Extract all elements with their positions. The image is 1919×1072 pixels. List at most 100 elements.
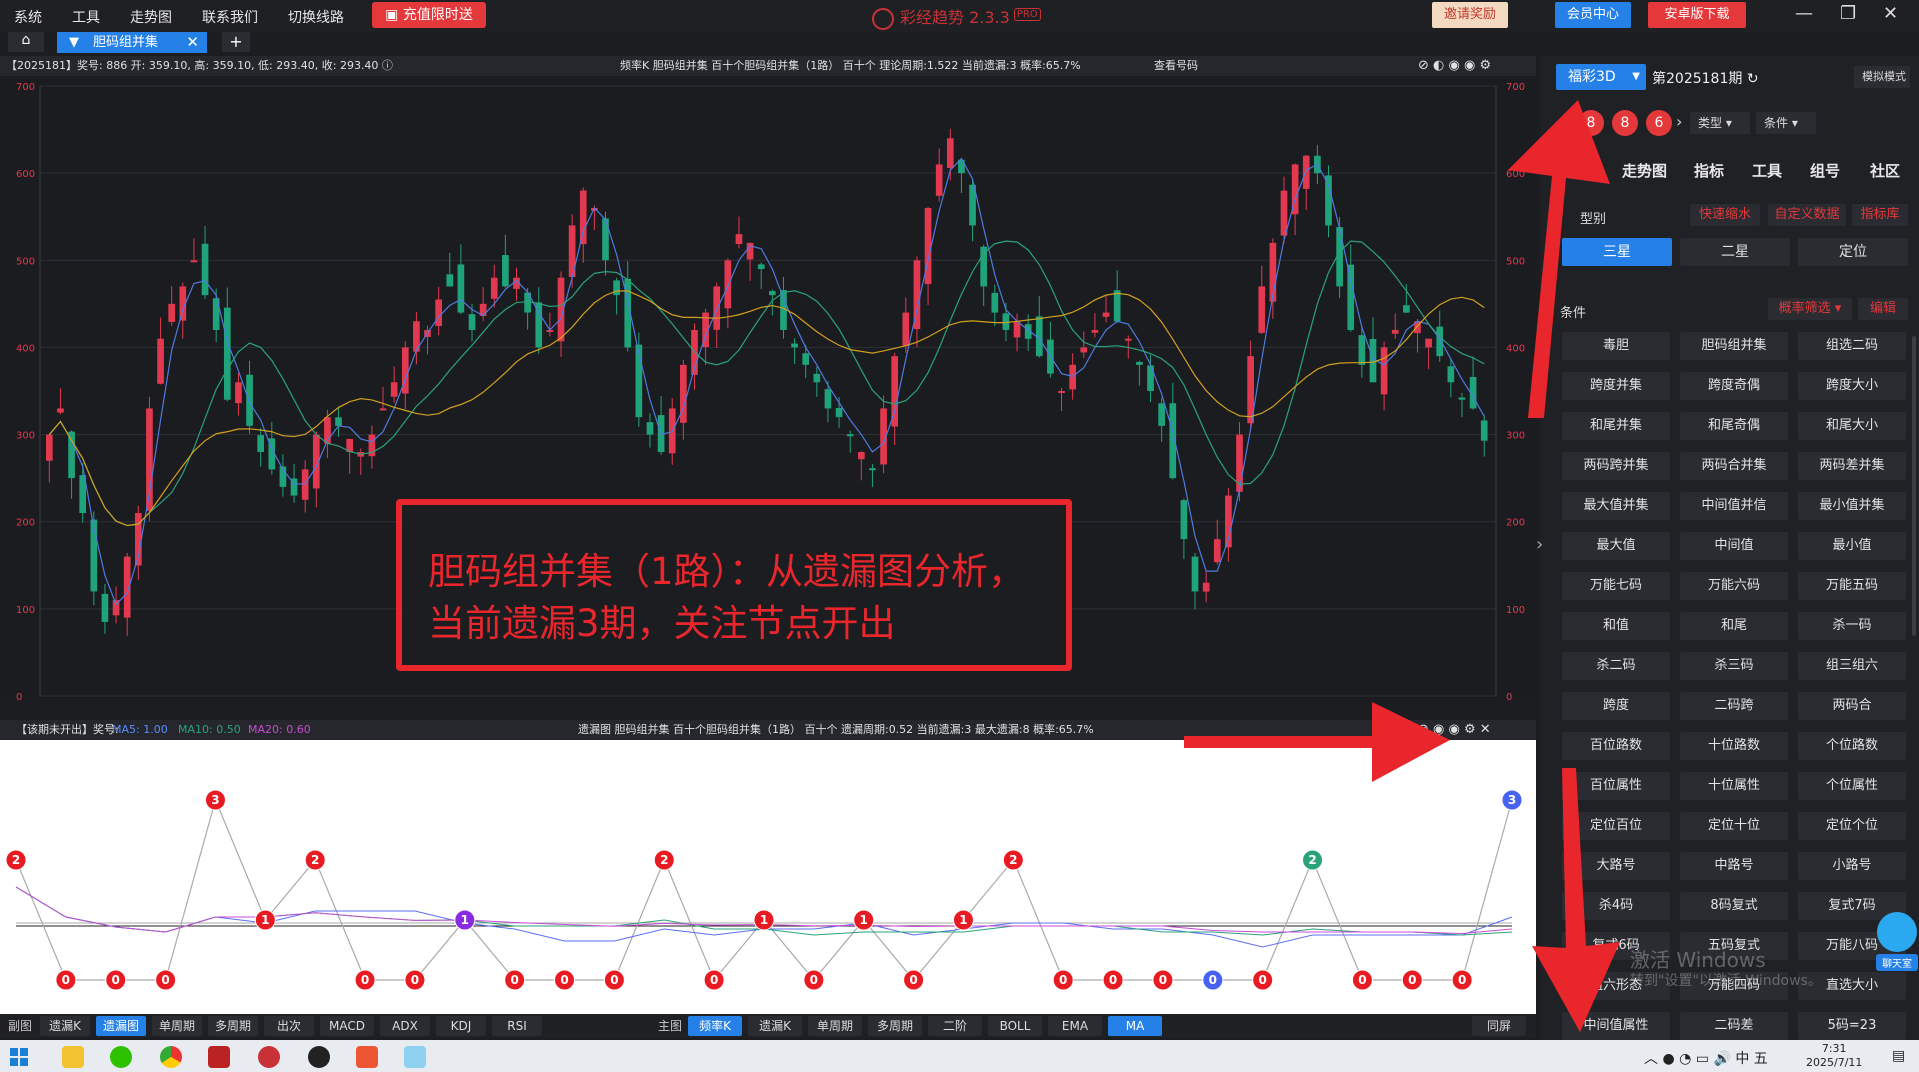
omission-point[interactable]: 0 — [803, 969, 825, 991]
omission-point[interactable]: 2 — [1302, 849, 1324, 871]
nav-tab-trend[interactable]: 走势图 — [1622, 160, 1667, 181]
condition-button[interactable]: 跨度 — [1562, 692, 1670, 720]
condition-button[interactable]: 胆码组并集 — [1680, 332, 1788, 360]
menu-trend[interactable]: 走势图 — [130, 7, 172, 27]
omission-point[interactable]: 0 — [354, 969, 376, 991]
sub-indicator-button[interactable]: 多周期 — [208, 1016, 258, 1036]
omission-point[interactable]: 1 — [853, 909, 875, 931]
main-indicator-button[interactable]: EMA — [1048, 1016, 1102, 1036]
notes-icon[interactable] — [404, 1046, 426, 1068]
omission-point[interactable]: 0 — [1052, 969, 1074, 991]
condition-button[interactable]: 组选二码 — [1798, 332, 1906, 360]
panel-scrollbar[interactable] — [1912, 336, 1916, 636]
menu-contact[interactable]: 联系我们 — [202, 7, 258, 27]
segment-two-star[interactable]: 二星 — [1680, 238, 1790, 266]
condition-button[interactable]: 万能五码 — [1798, 572, 1906, 600]
notification-icon[interactable]: ▤ — [1892, 1048, 1905, 1064]
condition-button[interactable]: 杀4码 — [1562, 892, 1670, 920]
omission-point[interactable]: 0 — [903, 969, 925, 991]
menu-system[interactable]: 系统 — [14, 7, 42, 27]
condition-button[interactable]: 毒胆 — [1562, 332, 1670, 360]
omission-point[interactable]: 0 — [1401, 969, 1423, 991]
condition-button[interactable]: 和尾 — [1680, 612, 1788, 640]
condition-button[interactable]: 杀二码 — [1562, 652, 1670, 680]
tray-icons[interactable]: ︿ ● ◔ ▭ 🔊 中 五 — [1644, 1048, 1768, 1068]
condition-button[interactable]: 两码合并集 — [1680, 452, 1788, 480]
lottery-select[interactable]: 福彩3D ▼ — [1556, 64, 1646, 90]
omission-point[interactable]: 0 — [1202, 969, 1224, 991]
omission-point[interactable]: 0 — [1451, 969, 1473, 991]
home-icon[interactable]: ⌂ — [8, 32, 44, 52]
main-indicator-button[interactable]: 多周期 — [868, 1016, 922, 1036]
condition-button[interactable]: 百位属性 — [1562, 772, 1670, 800]
minimize-icon[interactable]: — — [1795, 3, 1813, 24]
main-indicator-button[interactable]: 频率K — [688, 1016, 742, 1036]
condition-button[interactable]: 和尾并集 — [1562, 412, 1670, 440]
recharge-promo-button[interactable]: ▣ 充值限时送 — [372, 2, 486, 28]
tab-dropdown-icon[interactable]: ▼ — [69, 32, 79, 53]
omission-point[interactable]: 0 — [1152, 969, 1174, 991]
omission-point[interactable]: 0 — [1252, 969, 1274, 991]
probability-filter-select[interactable]: 概率筛选 ▾ — [1768, 298, 1852, 320]
omission-point[interactable]: 0 — [504, 969, 526, 991]
condition-button[interactable]: 二码差 — [1680, 1012, 1788, 1040]
sub-indicator-button[interactable]: 单周期 — [152, 1016, 202, 1036]
wps-icon[interactable] — [356, 1046, 378, 1068]
omission-point[interactable]: 1 — [952, 909, 974, 931]
condition-button[interactable]: 中间值并信 — [1680, 492, 1788, 520]
custom-data-button[interactable]: 自定义数据 — [1768, 204, 1846, 226]
condition-button[interactable]: 万能六码 — [1680, 572, 1788, 600]
condition-button[interactable]: 最大值并集 — [1562, 492, 1670, 520]
omission-point[interactable]: 1 — [454, 909, 476, 931]
sub-indicator-button[interactable]: ADX — [380, 1016, 430, 1036]
android-download-button[interactable]: 安卓版下载 — [1648, 2, 1746, 28]
omission-point[interactable]: 1 — [254, 909, 276, 931]
lottery-app-icon[interactable] — [258, 1046, 280, 1068]
omission-point[interactable]: 0 — [105, 969, 127, 991]
condition-button[interactable]: 5码=23 — [1798, 1012, 1906, 1040]
menu-tools[interactable]: 工具 — [72, 7, 100, 27]
sub-indicator-button[interactable]: 出次 — [264, 1016, 314, 1036]
main-indicator-button[interactable]: BOLL — [988, 1016, 1042, 1036]
condition-button[interactable]: 中间值 — [1680, 532, 1788, 560]
main-indicator-button[interactable]: 遗漏K — [748, 1016, 802, 1036]
tab-active[interactable]: ▼ 胆码组并集 ✕ — [57, 32, 207, 53]
omission-point[interactable]: 0 — [55, 969, 77, 991]
condition-button[interactable]: 最小值并集 — [1798, 492, 1906, 520]
chart-tool-icons[interactable]: ⊘ ◐ ◉ ◉ ⚙ — [1418, 56, 1491, 76]
nav-tab-indicator[interactable]: 指标 — [1694, 160, 1724, 181]
type-select[interactable]: 类型 ▾ — [1690, 112, 1750, 134]
close-window-icon[interactable]: ✕ — [1883, 3, 1898, 24]
quick-shrink-button[interactable]: 快速缩水 — [1690, 204, 1760, 226]
condition-button[interactable]: 中间值属性 — [1562, 1012, 1670, 1040]
restore-icon[interactable]: ❐ — [1840, 3, 1856, 24]
condition-button[interactable]: 个位属性 — [1798, 772, 1906, 800]
segment-three-star[interactable]: 三星 — [1562, 238, 1672, 266]
condition-button[interactable]: 两码合 — [1798, 692, 1906, 720]
member-center-button[interactable]: 会员中心 — [1555, 2, 1631, 28]
chrome-icon[interactable] — [160, 1046, 182, 1068]
condition-button[interactable]: 大路号 — [1562, 852, 1670, 880]
indicator-library-button[interactable]: 指标库 — [1852, 204, 1908, 226]
condition-button[interactable]: 8码复式 — [1680, 892, 1788, 920]
condition-button[interactable]: 两码差并集 — [1798, 452, 1906, 480]
sub-chart-tool-icons[interactable]: ⊘ ◉ ◉ ⚙ ✕ — [1418, 720, 1491, 740]
condition-button[interactable]: 中路号 — [1680, 852, 1788, 880]
invite-reward-button[interactable]: 邀请奖励 — [1432, 2, 1508, 28]
condition-button[interactable]: 跨度大小 — [1798, 372, 1906, 400]
omission-point[interactable]: 0 — [1351, 969, 1373, 991]
view-numbers-link[interactable]: 查看号码 — [1154, 56, 1198, 76]
start-icon[interactable] — [10, 1048, 28, 1066]
omission-point[interactable]: 2 — [653, 849, 675, 871]
nav-tab-tools[interactable]: 工具 — [1752, 160, 1782, 181]
omission-point[interactable]: 2 — [1002, 849, 1024, 871]
condition-button[interactable]: 十位路数 — [1680, 732, 1788, 760]
omission-point[interactable]: 0 — [1102, 969, 1124, 991]
condition-button[interactable]: 跨度奇偶 — [1680, 372, 1788, 400]
main-indicator-button[interactable]: 二阶 — [928, 1016, 982, 1036]
omission-point[interactable]: 3 — [204, 789, 226, 811]
condition-button[interactable]: 万能七码 — [1562, 572, 1670, 600]
menu-switch-line[interactable]: 切换线路 — [288, 7, 344, 27]
omission-point[interactable]: 2 — [5, 849, 27, 871]
condition-button[interactable]: 定位个位 — [1798, 812, 1906, 840]
